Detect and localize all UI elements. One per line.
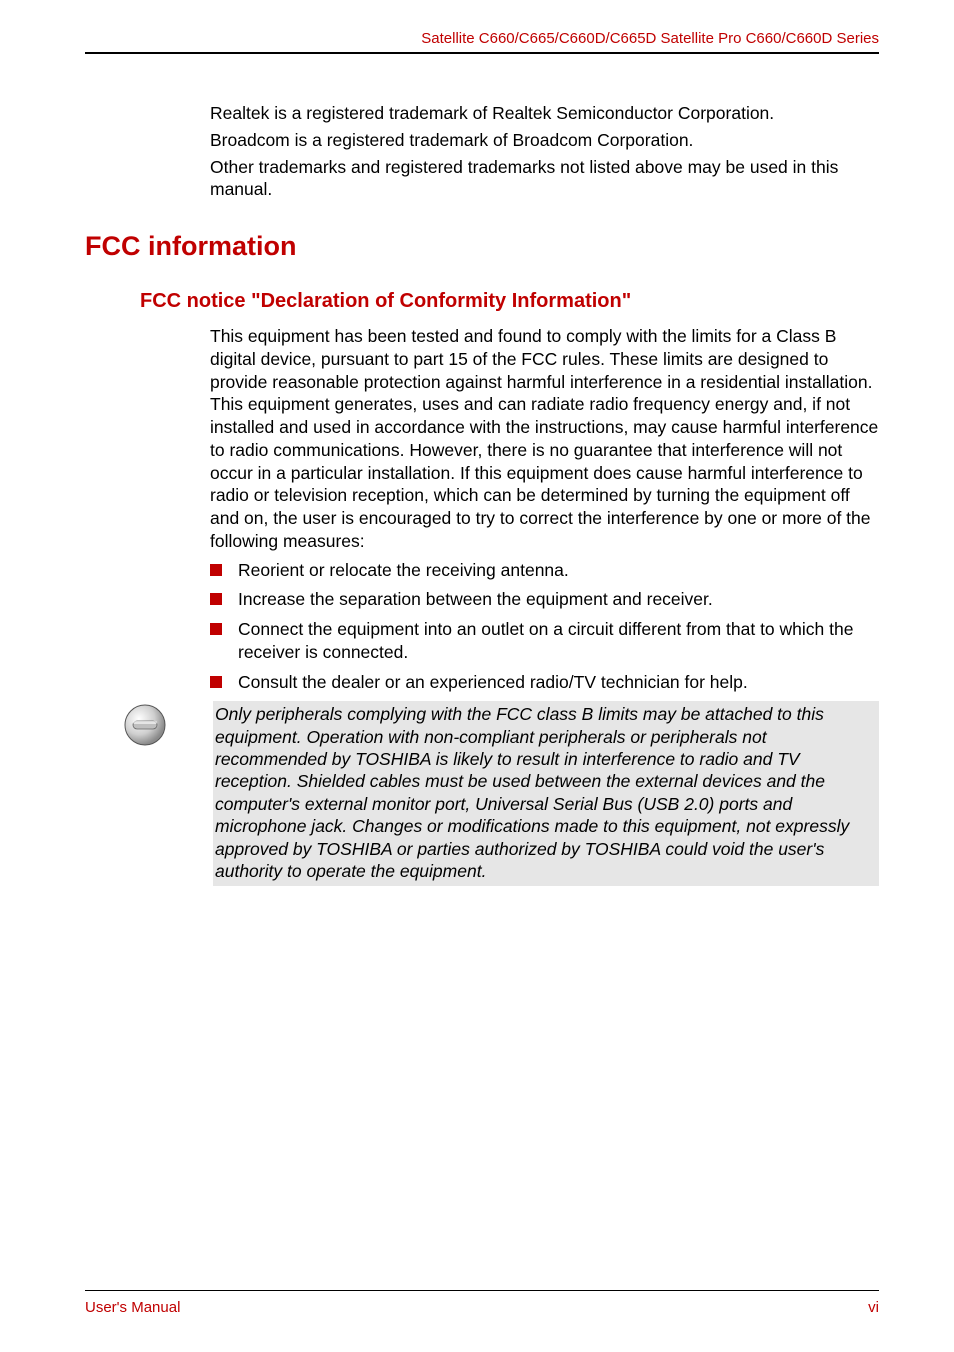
trademark-other: Other trademarks and registered trademar… [210, 156, 879, 202]
fcc-body-paragraph: This equipment has been tested and found… [210, 325, 879, 553]
list-item: Increase the separation between the equi… [210, 588, 879, 611]
page-header: Satellite C660/C665/C660D/C665D Satellit… [85, 30, 879, 54]
note-text: Only peripherals complying with the FCC … [213, 701, 879, 886]
footer-page-number: vi [868, 1299, 879, 1316]
note-block: Only peripherals complying with the FCC … [85, 701, 879, 886]
trademark-realtek: Realtek is a registered trademark of Rea… [210, 102, 879, 125]
fcc-subheading: FCC notice "Declaration of Conformity In… [140, 290, 879, 313]
list-item: Reorient or relocate the receiving anten… [210, 559, 879, 582]
note-icon [123, 703, 169, 752]
fcc-measures-list: Reorient or relocate the receiving anten… [210, 559, 879, 694]
trademark-broadcom: Broadcom is a registered trademark of Br… [210, 129, 879, 152]
list-item: Consult the dealer or an experienced rad… [210, 671, 879, 694]
list-item: Connect the equipment into an outlet on … [210, 618, 879, 664]
fcc-heading: FCC information [85, 231, 879, 262]
product-line-text: Satellite C660/C665/C660D/C665D Satellit… [421, 30, 879, 47]
footer-left: User's Manual [85, 1299, 180, 1316]
page-footer: User's Manual vi [85, 1290, 879, 1316]
